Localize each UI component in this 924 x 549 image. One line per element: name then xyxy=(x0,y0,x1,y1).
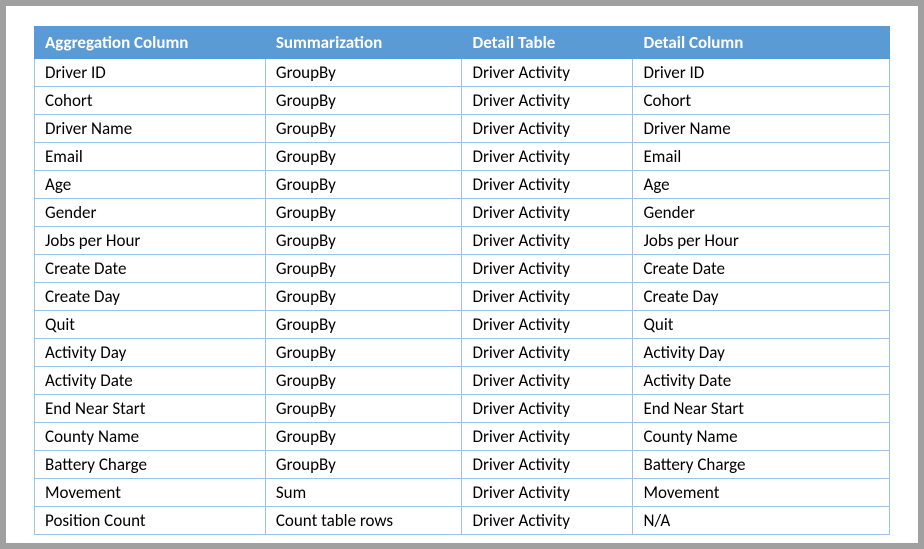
cell-detail-column: Create Date xyxy=(633,255,890,283)
table-row: Create DayGroupByDriver ActivityCreate D… xyxy=(35,283,890,311)
cell-aggregation-column: Age xyxy=(35,171,266,199)
cell-aggregation-column: Gender xyxy=(35,199,266,227)
cell-aggregation-column: Activity Day xyxy=(35,339,266,367)
cell-aggregation-column: Cohort xyxy=(35,87,266,115)
cell-detail-column: Activity Date xyxy=(633,367,890,395)
cell-detail-column: Gender xyxy=(633,199,890,227)
cell-aggregation-column: End Near Start xyxy=(35,395,266,423)
cell-detail-table: Driver Activity xyxy=(462,171,633,199)
cell-aggregation-column: Position Count xyxy=(35,507,266,535)
cell-summarization: GroupBy xyxy=(265,339,462,367)
header-detail-column: Detail Column xyxy=(633,27,890,59)
cell-summarization: Sum xyxy=(265,479,462,507)
cell-detail-column: Quit xyxy=(633,311,890,339)
cell-summarization: GroupBy xyxy=(265,227,462,255)
cell-detail-column: Cohort xyxy=(633,87,890,115)
table-row: Create DateGroupByDriver ActivityCreate … xyxy=(35,255,890,283)
cell-summarization: GroupBy xyxy=(265,367,462,395)
cell-detail-column: Driver ID xyxy=(633,59,890,87)
cell-detail-table: Driver Activity xyxy=(462,339,633,367)
cell-aggregation-column: Quit xyxy=(35,311,266,339)
cell-detail-table: Driver Activity xyxy=(462,479,633,507)
cell-summarization: GroupBy xyxy=(265,59,462,87)
cell-detail-table: Driver Activity xyxy=(462,143,633,171)
cell-detail-column: Driver Name xyxy=(633,115,890,143)
cell-detail-column: Email xyxy=(633,143,890,171)
cell-summarization: GroupBy xyxy=(265,255,462,283)
cell-aggregation-column: Driver ID xyxy=(35,59,266,87)
cell-detail-column: End Near Start xyxy=(633,395,890,423)
cell-detail-table: Driver Activity xyxy=(462,507,633,535)
header-aggregation-column: Aggregation Column xyxy=(35,27,266,59)
cell-aggregation-column: County Name xyxy=(35,423,266,451)
cell-detail-table: Driver Activity xyxy=(462,283,633,311)
cell-summarization: GroupBy xyxy=(265,283,462,311)
aggregation-table: Aggregation Column Summarization Detail … xyxy=(34,26,890,535)
cell-detail-column: Jobs per Hour xyxy=(633,227,890,255)
table-header-row: Aggregation Column Summarization Detail … xyxy=(35,27,890,59)
cell-detail-table: Driver Activity xyxy=(462,423,633,451)
table-row: CohortGroupByDriver ActivityCohort xyxy=(35,87,890,115)
cell-aggregation-column: Jobs per Hour xyxy=(35,227,266,255)
cell-detail-column: Movement xyxy=(633,479,890,507)
header-summarization: Summarization xyxy=(265,27,462,59)
cell-aggregation-column: Movement xyxy=(35,479,266,507)
cell-summarization: GroupBy xyxy=(265,311,462,339)
cell-detail-table: Driver Activity xyxy=(462,311,633,339)
cell-detail-table: Driver Activity xyxy=(462,115,633,143)
cell-detail-table: Driver Activity xyxy=(462,255,633,283)
header-detail-table: Detail Table xyxy=(462,27,633,59)
cell-detail-table: Driver Activity xyxy=(462,199,633,227)
table-row: Activity DateGroupByDriver ActivityActiv… xyxy=(35,367,890,395)
table-row: Battery ChargeGroupByDriver ActivityBatt… xyxy=(35,451,890,479)
table-row: Activity DayGroupByDriver ActivityActivi… xyxy=(35,339,890,367)
cell-summarization: GroupBy xyxy=(265,395,462,423)
cell-detail-table: Driver Activity xyxy=(462,227,633,255)
cell-aggregation-column: Activity Date xyxy=(35,367,266,395)
cell-detail-column: Activity Day xyxy=(633,339,890,367)
table-body: Driver IDGroupByDriver ActivityDriver ID… xyxy=(35,59,890,535)
table-row: County NameGroupByDriver ActivityCounty … xyxy=(35,423,890,451)
table-row: Position CountCount table rowsDriver Act… xyxy=(35,507,890,535)
cell-detail-column: Create Day xyxy=(633,283,890,311)
cell-aggregation-column: Battery Charge xyxy=(35,451,266,479)
cell-detail-table: Driver Activity xyxy=(462,59,633,87)
cell-summarization: Count table rows xyxy=(265,507,462,535)
cell-detail-column: County Name xyxy=(633,423,890,451)
cell-detail-table: Driver Activity xyxy=(462,451,633,479)
table-row: Driver NameGroupByDriver ActivityDriver … xyxy=(35,115,890,143)
table-row: Jobs per HourGroupByDriver ActivityJobs … xyxy=(35,227,890,255)
cell-detail-column: N/A xyxy=(633,507,890,535)
table-row: Driver IDGroupByDriver ActivityDriver ID xyxy=(35,59,890,87)
table-row: EmailGroupByDriver ActivityEmail xyxy=(35,143,890,171)
cell-detail-table: Driver Activity xyxy=(462,367,633,395)
cell-detail-column: Age xyxy=(633,171,890,199)
cell-summarization: GroupBy xyxy=(265,199,462,227)
cell-aggregation-column: Driver Name xyxy=(35,115,266,143)
cell-detail-table: Driver Activity xyxy=(462,87,633,115)
table-row: GenderGroupByDriver ActivityGender xyxy=(35,199,890,227)
cell-detail-table: Driver Activity xyxy=(462,395,633,423)
table-row: AgeGroupByDriver ActivityAge xyxy=(35,171,890,199)
cell-detail-column: Battery Charge xyxy=(633,451,890,479)
cell-summarization: GroupBy xyxy=(265,423,462,451)
cell-aggregation-column: Create Date xyxy=(35,255,266,283)
table-row: End Near StartGroupByDriver ActivityEnd … xyxy=(35,395,890,423)
page-container: Aggregation Column Summarization Detail … xyxy=(6,6,918,543)
cell-summarization: GroupBy xyxy=(265,451,462,479)
table-row: QuitGroupByDriver ActivityQuit xyxy=(35,311,890,339)
cell-summarization: GroupBy xyxy=(265,115,462,143)
cell-summarization: GroupBy xyxy=(265,87,462,115)
table-row: MovementSumDriver ActivityMovement xyxy=(35,479,890,507)
cell-summarization: GroupBy xyxy=(265,171,462,199)
cell-aggregation-column: Create Day xyxy=(35,283,266,311)
cell-summarization: GroupBy xyxy=(265,143,462,171)
cell-aggregation-column: Email xyxy=(35,143,266,171)
